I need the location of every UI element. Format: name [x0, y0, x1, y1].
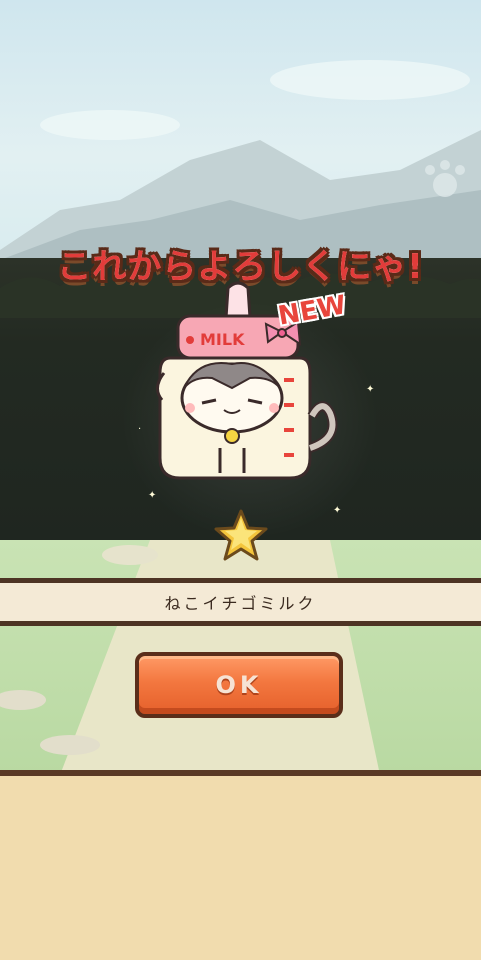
sparkle-icon: ·: [138, 424, 142, 435]
bottle-label: MILK: [200, 330, 245, 349]
sparkle-icon: ✦: [333, 505, 342, 516]
bottom-panel: [0, 770, 481, 960]
sparkle-icon: ✦: [366, 384, 375, 395]
sparkle-icon: ✦: [148, 490, 157, 501]
item-name: ねこイチゴミルク: [164, 594, 317, 613]
ok-button[interactable]: OK: [135, 652, 343, 718]
game-scene: これからよろしくにゃ! MILK NEW ✦ ✦ ✦ · ねこイチゴミルク OK: [0, 0, 481, 960]
item-name-bar: ねこイチゴミルク: [0, 578, 481, 626]
rarity-star-icon: [214, 509, 268, 561]
ok-button-label: OK: [215, 671, 263, 699]
cloud: [270, 60, 470, 100]
